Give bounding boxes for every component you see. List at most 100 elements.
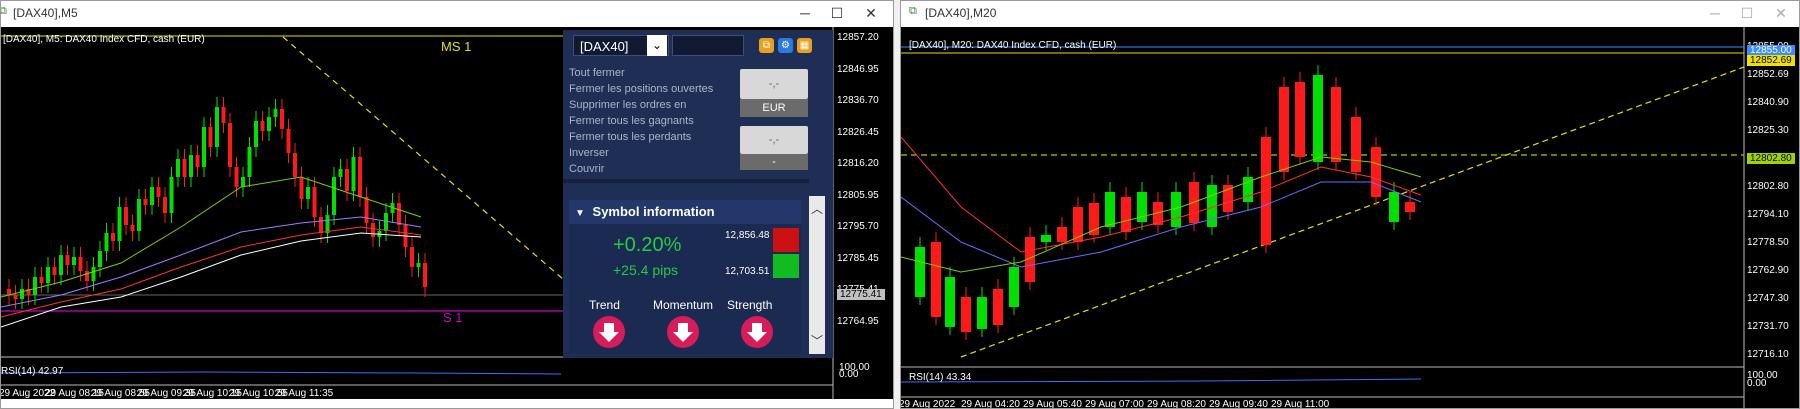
ma-white — [1, 232, 422, 328]
price-tick: 12836.70 — [837, 95, 879, 106]
candle — [228, 123, 232, 167]
candle — [423, 263, 427, 287]
panel-scrollbar[interactable]: ︿ ﹀ — [809, 196, 825, 354]
candle — [59, 255, 63, 275]
candle — [338, 169, 343, 177]
ma-red — [901, 136, 1422, 253]
candle — [273, 109, 278, 117]
candle — [299, 177, 304, 199]
symbol-select-value: [DAX40] — [580, 39, 629, 54]
candle — [1405, 202, 1415, 212]
candle — [1009, 267, 1019, 307]
close-button[interactable]: ✕ — [1767, 3, 1795, 23]
minimize-button[interactable]: ─ — [1701, 3, 1729, 23]
current-price-tag: 12775.41 — [837, 289, 885, 300]
candle — [98, 251, 102, 267]
menu-close-winners[interactable]: Fermer tous les gagnants — [569, 115, 694, 127]
menu-delete-orders[interactable]: Supprimer les ordres en — [569, 99, 686, 111]
candle — [945, 277, 955, 327]
time-tick: 29 Aug 2022 — [901, 399, 956, 409]
candle — [931, 242, 941, 317]
candle — [410, 247, 414, 267]
lot-input[interactable] — [672, 35, 744, 56]
price-tick: 12857.20 — [837, 32, 879, 43]
right-price-chart[interactable]: [DAX40], M20: DAX40 Index CFD, cash (EUR… — [901, 27, 1799, 409]
loss-button[interactable]: -,- — [740, 126, 808, 154]
s-label: S 1 — [443, 310, 463, 325]
candle — [364, 197, 369, 223]
copy-icon[interactable]: ⧉ — [759, 38, 774, 53]
right-chart-window: ⧉ [DAX40],M20 ─ ☐ ✕ [DAX40], M20: DAX40 … — [900, 0, 1800, 409]
close-button[interactable]: ✕ — [857, 3, 885, 23]
symbol-info-body: +0.20% +25.4 pips 12,856.48 12,703.51 Tr… — [569, 224, 801, 354]
candle — [111, 233, 115, 241]
grid-icon[interactable]: ▦ — [797, 38, 812, 53]
ma-red — [1, 226, 422, 318]
gear-icon[interactable]: ⚙ — [778, 38, 793, 53]
strength-label: Strength — [727, 298, 773, 312]
candle — [325, 215, 330, 233]
price-tick: 12802.80 — [1747, 181, 1789, 192]
candle — [993, 289, 1003, 325]
menu-close-open-positions[interactable]: Fermer les positions ouvertes — [569, 83, 713, 95]
candle — [267, 117, 271, 131]
candle — [7, 289, 11, 295]
strength-arrow-down-icon — [741, 316, 773, 348]
candle — [332, 177, 336, 215]
price-tick: 12794.10 — [1747, 209, 1789, 220]
maximize-button[interactable]: ☐ — [823, 3, 851, 23]
day-low: 12,703.51 — [725, 266, 770, 277]
price-tick: 12731.70 — [1747, 321, 1789, 332]
rsi-label: RSI(14) 43.34 — [909, 372, 972, 383]
candle — [143, 199, 148, 205]
candle — [397, 203, 401, 225]
candle — [306, 187, 310, 199]
maximize-button[interactable]: ☐ — [1733, 3, 1761, 23]
left-title-bar: ⧉ [DAX40],M5 ─ ☐ ✕ — [1, 1, 893, 27]
candle — [247, 147, 252, 177]
time-tick: 29 Aug 08:20 — [1147, 399, 1206, 409]
ma-purple — [1, 216, 422, 308]
time-tick: 29 Aug 04:20 — [961, 399, 1020, 409]
scroll-down-icon[interactable]: ﹀ — [811, 332, 823, 349]
menu-close-losers[interactable]: Fermer tous les perdants — [569, 131, 691, 143]
time-tick: 29 Aug 11:35 — [275, 388, 334, 399]
rsi-label: RSI(14) 42.97 — [1, 366, 64, 377]
right-title-bar: ⧉ [DAX40],M20 ─ ☐ ✕ — [901, 1, 1799, 27]
candle — [215, 107, 219, 147]
candle — [915, 247, 925, 297]
currency-label: EUR — [740, 99, 808, 117]
candle — [1313, 75, 1323, 162]
change-percent: +0.20% — [613, 234, 682, 256]
price-tick: 12816.20 — [837, 158, 879, 169]
scroll-up-icon[interactable]: ︿ — [811, 200, 823, 217]
rsi-line — [901, 378, 1422, 383]
chevron-down-icon[interactable]: ⌄ — [647, 35, 667, 56]
chart-window-icon: ⧉ — [1, 5, 7, 18]
candle — [46, 267, 50, 283]
trend-arrow-down-icon — [593, 316, 625, 348]
rsi-line — [1, 371, 562, 375]
minimize-button[interactable]: ─ — [791, 3, 819, 23]
currency-value: EUR — [762, 102, 786, 114]
candle — [1371, 147, 1381, 197]
profit-button[interactable]: -,- — [740, 69, 808, 99]
chart-window-icon: ⧉ — [909, 5, 917, 17]
menu-close-all[interactable]: Tout fermer — [569, 67, 625, 79]
caret-down-icon: ▼ — [575, 208, 585, 219]
menu-reverse[interactable]: Inverser — [569, 147, 609, 159]
candle — [202, 127, 206, 167]
candle — [195, 155, 200, 167]
candle — [241, 177, 245, 187]
candle — [33, 277, 37, 295]
menu-hedge[interactable]: Couvrir — [569, 163, 604, 175]
ms-label: MS 1 — [441, 39, 472, 54]
symbol-info-header[interactable]: ▼ Symbol information — [569, 200, 801, 224]
time-tick: 29 Aug 07:00 — [1085, 399, 1144, 409]
loss-value: -,- — [768, 134, 780, 146]
candle — [137, 199, 141, 231]
right-chart-canvas — [901, 27, 1745, 408]
candle — [85, 271, 89, 281]
candle — [1389, 192, 1399, 222]
left-window-title: [DAX40],M5 — [13, 6, 78, 20]
